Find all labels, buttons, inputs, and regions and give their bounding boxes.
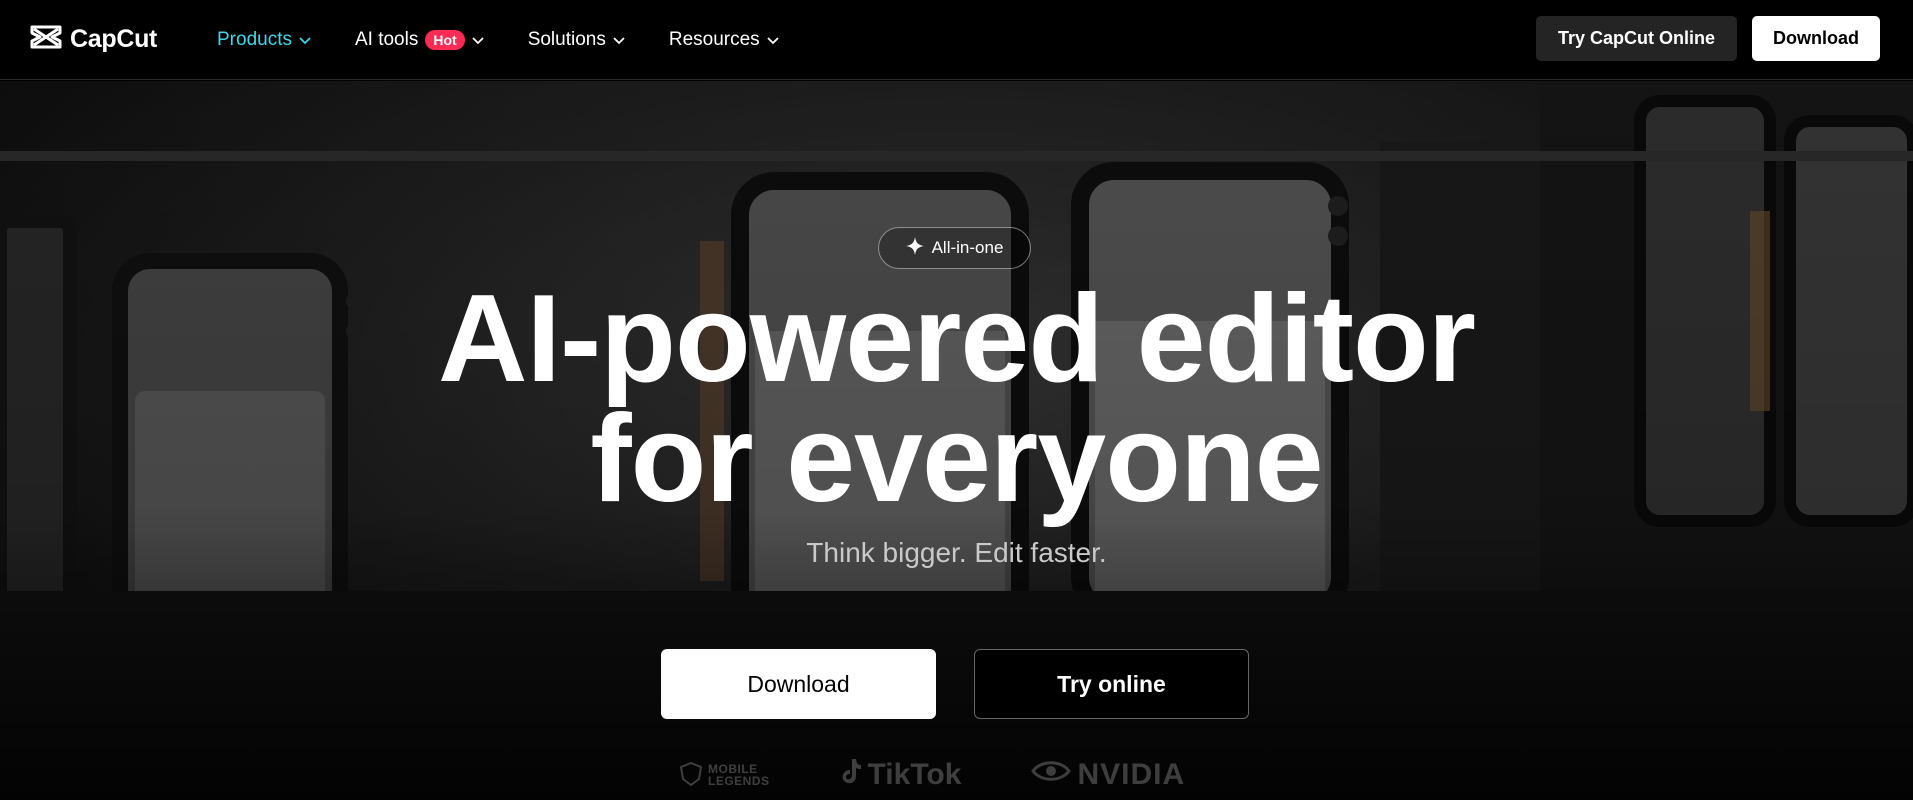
headline-line-1: AI-powered editor [437, 270, 1476, 408]
try-online-button[interactable]: Try online [974, 649, 1249, 719]
menu-item-label: AI tools [354, 29, 419, 50]
menu-item-label: Resources [668, 29, 760, 50]
mobile-legends-line-2: LEGENDS [708, 774, 770, 788]
sparkle-icon [905, 236, 924, 260]
hero-subheadline: Think bigger. Edit faster. [806, 537, 1107, 568]
menu-item-solutions[interactable]: Solutions [528, 29, 625, 51]
menu-item-products[interactable]: Products [217, 29, 311, 51]
capcut-logo-text: CapCut [70, 24, 158, 53]
chevron-down-icon [613, 29, 625, 51]
pill-label: All-in-one [931, 238, 1004, 257]
partner-logos: MOBILE LEGENDS TikTok NVIDIA [679, 757, 1185, 793]
nvidia-wordmark: NVIDIA [1077, 758, 1186, 791]
hero-section: All-in-one AI-powered editor for everyon… [0, 81, 1913, 800]
menu-item-resources[interactable]: Resources [669, 29, 779, 51]
main-menu: Products AI tools Hot Solutions Resource… [217, 0, 823, 80]
hero-headline: AI-powered editor for everyone [0, 270, 1913, 528]
download-button-hero[interactable]: Download [661, 649, 936, 719]
menu-item-ai-tools[interactable]: AI tools Hot [355, 29, 484, 51]
tiktok-logo: TikTok [840, 757, 962, 793]
headline-line-2: for everyone [590, 390, 1323, 528]
capcut-logo[interactable]: CapCut [30, 24, 157, 54]
top-navigation: CapCut Products AI tools Hot Solutions R… [0, 0, 1913, 80]
download-button-top[interactable]: Download [1752, 16, 1880, 61]
chevron-down-icon [767, 29, 779, 51]
capcut-logo-icon [30, 24, 62, 55]
hot-badge: Hot [425, 30, 465, 50]
tiktok-wordmark: TikTok [867, 758, 962, 791]
mobile-legends-logo: MOBILE LEGENDS [679, 761, 770, 788]
tiktok-note-icon [840, 757, 862, 793]
all-in-one-pill: All-in-one [878, 227, 1031, 269]
nav-actions: Try CapCut Online Download [1535, 16, 1880, 61]
nvidia-eye-icon [1031, 758, 1072, 792]
chevron-down-icon [299, 29, 311, 51]
nvidia-logo: NVIDIA [1031, 758, 1185, 792]
hero-cta-group: Download Try online [661, 649, 1249, 719]
chevron-down-icon [472, 29, 484, 51]
menu-item-label: Products [217, 29, 292, 50]
try-capcut-online-button[interactable]: Try CapCut Online [1535, 16, 1737, 61]
mobile-legends-shield-icon [679, 761, 703, 788]
menu-item-label: Solutions [527, 29, 606, 50]
